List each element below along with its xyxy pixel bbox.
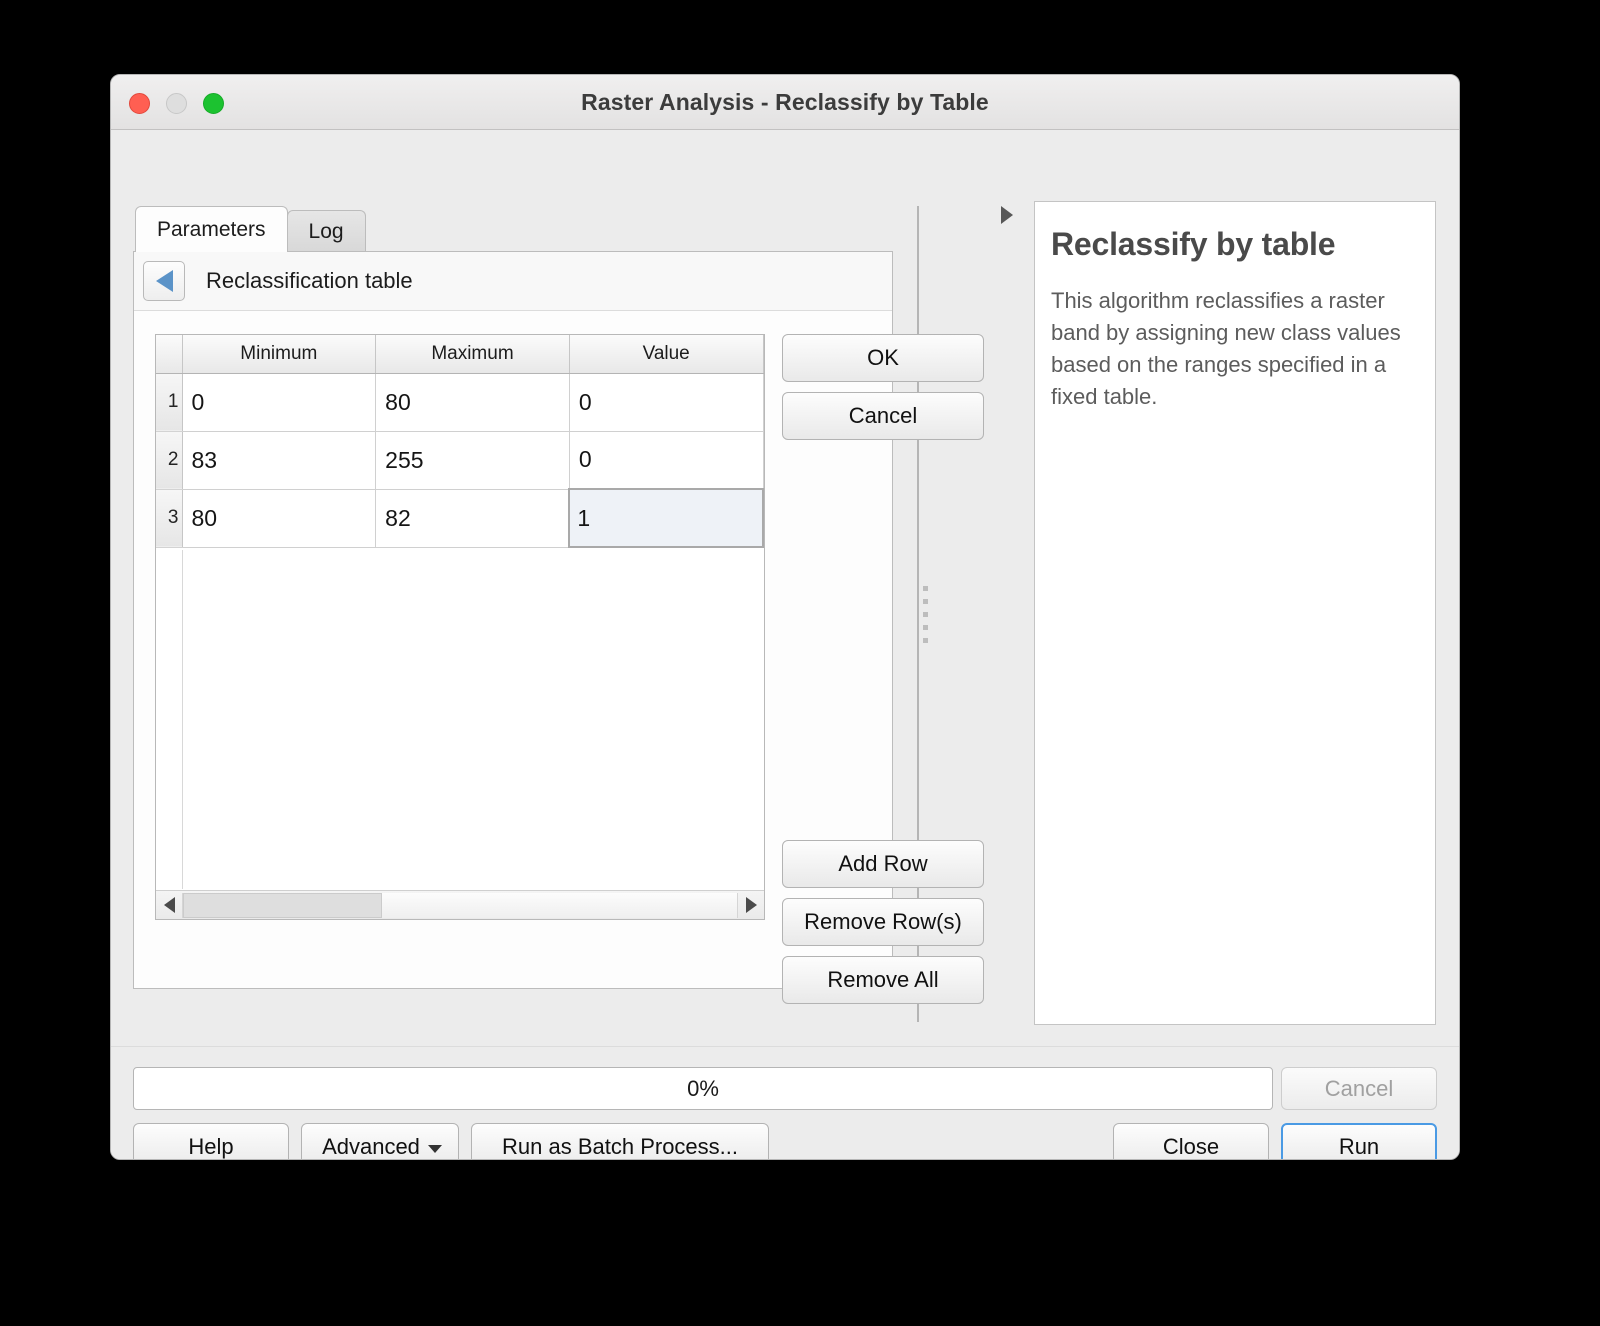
cell-maximum-3[interactable]: 82	[376, 489, 570, 547]
ok-button[interactable]: OK	[782, 334, 984, 382]
remove-all-button[interactable]: Remove All	[782, 956, 984, 1004]
cell-value-3[interactable]: 1	[569, 489, 763, 547]
cancel-process-button[interactable]: Cancel	[1281, 1067, 1437, 1110]
parameters-panel: Reclassification table Minimum Maximum	[133, 251, 893, 989]
cell-maximum-2[interactable]: 255	[376, 431, 570, 489]
title-bar: Raster Analysis - Reclassify by Table	[111, 75, 1459, 130]
close-button[interactable]: Close	[1113, 1123, 1269, 1160]
table-grid: Minimum Maximum Value 1 0 80	[156, 335, 764, 548]
description-title: Reclassify by table	[1051, 226, 1417, 263]
row-header-3[interactable]: 3	[156, 489, 182, 547]
run-button[interactable]: Run	[1281, 1123, 1437, 1160]
remove-rows-button[interactable]: Remove Row(s)	[782, 898, 984, 946]
help-button[interactable]: Help	[133, 1123, 289, 1160]
footer-right-buttons: Close Run	[1113, 1123, 1437, 1160]
screen: Raster Analysis - Reclassify by Table Pa…	[0, 0, 1600, 1326]
column-header-maximum[interactable]: Maximum	[376, 335, 570, 373]
tab-log[interactable]: Log	[287, 210, 366, 252]
add-row-button[interactable]: Add Row	[782, 840, 984, 888]
back-button[interactable]	[143, 261, 185, 301]
cell-value-2[interactable]: 0	[569, 431, 763, 489]
table-empty-area	[183, 550, 764, 889]
dialog-body: Parameters Log Reclassification table	[111, 130, 1459, 1159]
scrollbar-thumb[interactable]	[183, 893, 382, 918]
tab-log-label: Log	[309, 220, 344, 243]
expand-panel-arrow-icon[interactable]	[1001, 206, 1013, 224]
cell-minimum-3[interactable]: 80	[182, 489, 376, 547]
table-action-buttons-top: OK Cancel	[782, 334, 984, 450]
scroll-right-icon	[746, 897, 757, 913]
cell-minimum-2[interactable]: 83	[182, 431, 376, 489]
scrollbar-track[interactable]	[182, 893, 738, 918]
panel-header: Reclassification table	[134, 252, 892, 311]
column-header-value[interactable]: Value	[569, 335, 763, 373]
table-horizontal-scrollbar[interactable]	[156, 890, 764, 919]
cancel-table-button[interactable]: Cancel	[782, 392, 984, 440]
scroll-left-button[interactable]	[156, 891, 182, 920]
chevron-down-icon	[428, 1145, 442, 1153]
tab-parameters-label: Parameters	[157, 218, 266, 241]
cell-value-1[interactable]: 0	[569, 373, 763, 431]
table-row[interactable]: 1 0 80 0	[156, 373, 763, 431]
reclassification-table[interactable]: Minimum Maximum Value 1 0 80	[155, 334, 765, 920]
scroll-left-icon	[164, 897, 175, 913]
table-row[interactable]: 2 83 255 0	[156, 431, 763, 489]
tab-bar: Parameters Log	[135, 206, 893, 252]
advanced-label: Advanced	[322, 1124, 438, 1160]
column-header-minimum[interactable]: Minimum	[182, 335, 376, 373]
cell-minimum-1[interactable]: 0	[182, 373, 376, 431]
row-header-2[interactable]: 2	[156, 431, 182, 489]
dialog-window: Raster Analysis - Reclassify by Table Pa…	[110, 74, 1460, 1160]
splitter-handle-icon[interactable]	[923, 586, 928, 651]
back-arrow-icon	[156, 270, 173, 292]
table-row[interactable]: 3 80 82 1	[156, 489, 763, 547]
footer-bar: 0% Cancel Help Advanced Run as Batch Pro…	[111, 1046, 1459, 1160]
table-header-row: Minimum Maximum Value	[156, 335, 763, 373]
parameters-column: Parameters Log Reclassification table	[133, 206, 893, 989]
progress-bar: 0%	[133, 1067, 1273, 1110]
tab-parameters[interactable]: Parameters	[135, 206, 288, 252]
row-header-1[interactable]: 1	[156, 373, 182, 431]
algorithm-description-panel: Reclassify by table This algorithm recla…	[1034, 201, 1436, 1025]
panel-title: Reclassification table	[206, 268, 413, 294]
advanced-button[interactable]: Advanced	[301, 1123, 459, 1160]
window-title: Raster Analysis - Reclassify by Table	[111, 75, 1459, 129]
table-action-buttons-bottom: Add Row Remove Row(s) Remove All	[782, 840, 984, 1014]
table-corner-cell	[156, 335, 182, 373]
row-header-filler	[156, 550, 183, 889]
description-text: This algorithm reclassifies a raster ban…	[1051, 285, 1417, 413]
progress-label: 0%	[687, 1076, 719, 1101]
footer-left-buttons: Help Advanced Run as Batch Process...	[133, 1123, 769, 1160]
cell-maximum-1[interactable]: 80	[376, 373, 570, 431]
scroll-right-button[interactable]	[738, 891, 764, 920]
run-as-batch-button[interactable]: Run as Batch Process...	[471, 1123, 769, 1160]
